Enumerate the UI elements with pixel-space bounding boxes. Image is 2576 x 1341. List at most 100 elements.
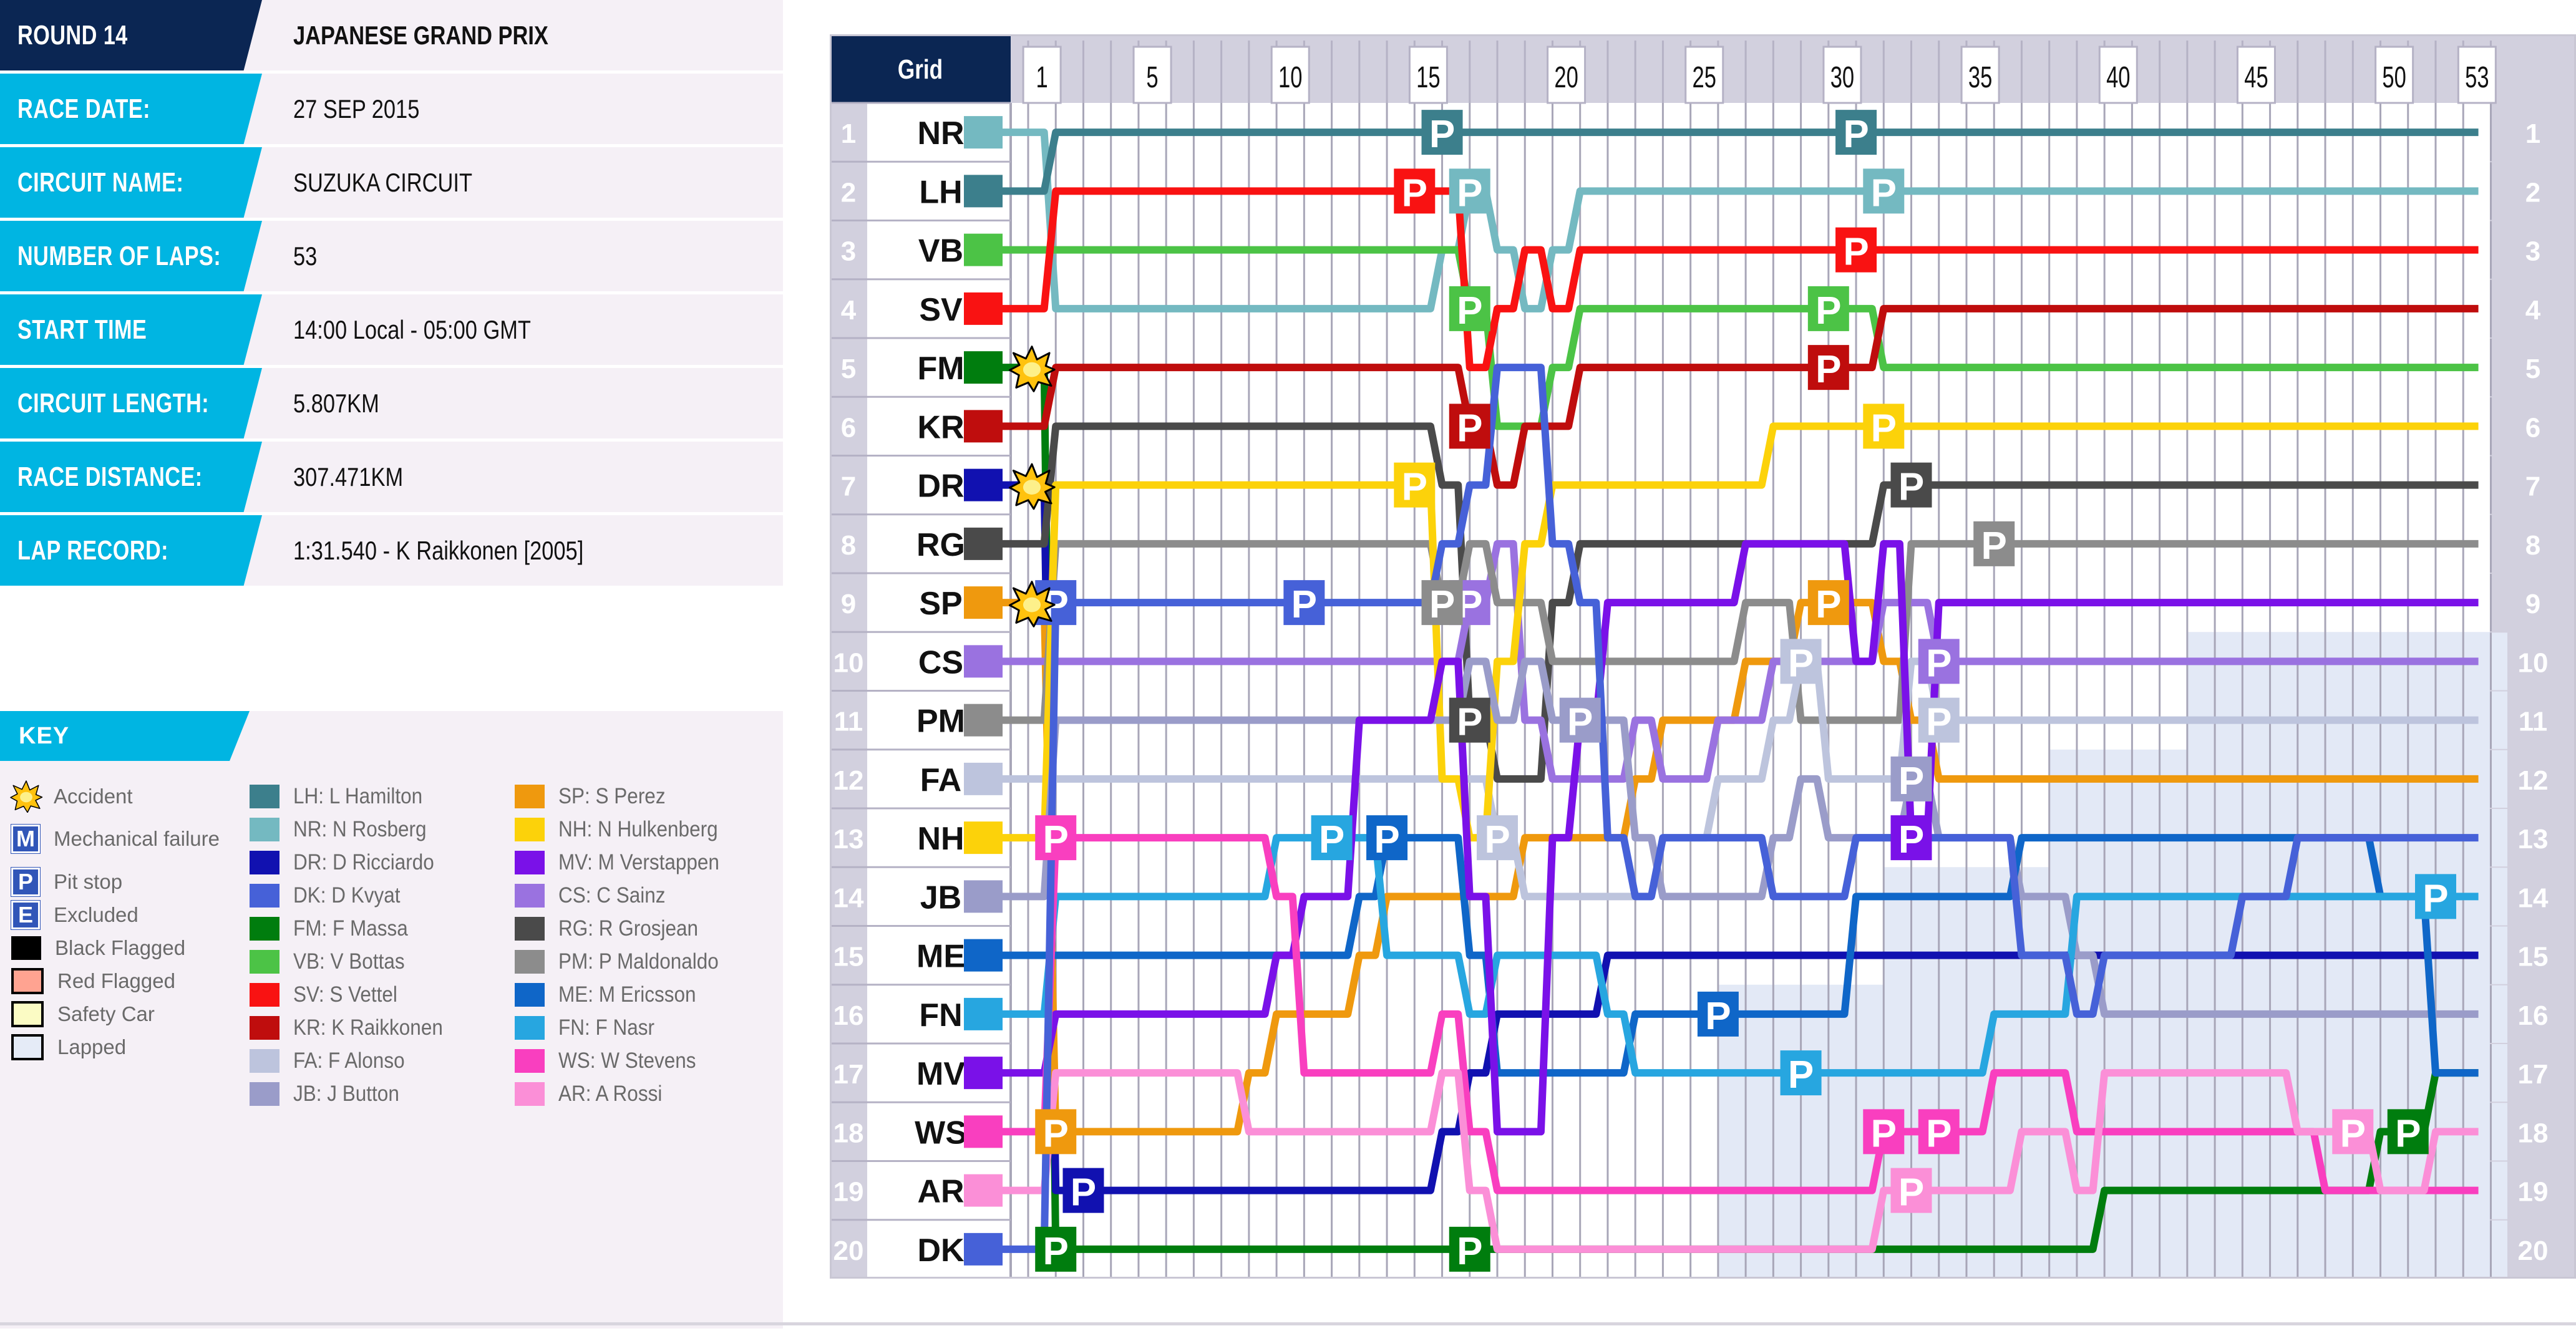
key-symbol-item: M Mechanical failure xyxy=(11,813,250,865)
info-row-value: 53 xyxy=(293,241,318,271)
key-driver-item: SV: S Vettel xyxy=(250,978,515,1011)
pit-stop-glyph: P xyxy=(1457,407,1482,450)
info-row-value-cell: 53 xyxy=(293,221,323,291)
key-driver-label: JB: J Button xyxy=(293,1081,399,1106)
driver-color-chip xyxy=(964,880,1003,913)
final-position-number: 19 xyxy=(2518,1177,2549,1208)
lap-tick-label: 30 xyxy=(1830,60,1854,94)
key-driver-label: CS: C Sainz xyxy=(558,883,666,908)
pit-stop-marker: P xyxy=(1035,1226,1077,1273)
driver-code-label: FN xyxy=(919,997,962,1034)
excluded-icon: E xyxy=(11,900,40,929)
info-row: ROUND 14 JAPANESE GRAND PRIX xyxy=(0,0,783,70)
key-driver-label: FN: F Nasr xyxy=(558,1015,654,1040)
pit-stop-marker: P xyxy=(1835,227,1877,274)
info-row-label-tag: RACE DATE: xyxy=(0,74,262,144)
driver-color-chip xyxy=(964,762,1003,795)
info-row-label: RACE DISTANCE: xyxy=(17,461,203,492)
pit-stop-glyph: P xyxy=(1815,348,1841,391)
final-position-number: 3 xyxy=(2525,236,2540,267)
key-driver-item: JB: J Button xyxy=(250,1077,515,1110)
key-driver-item: VB: V Bottas xyxy=(250,945,515,978)
final-position-number: 1 xyxy=(2525,119,2540,149)
pit-stop-marker: P xyxy=(1890,462,1932,509)
key-symbol-item: Lapped xyxy=(11,1030,250,1063)
key-driver-item: DK: D Kvyat xyxy=(250,879,515,912)
key-driver-item: PM: P Maldonaldo xyxy=(515,945,780,978)
pit-stop-glyph: P xyxy=(1705,995,1731,1038)
final-position-number: 14 xyxy=(2518,883,2549,913)
lap-header-band xyxy=(1011,34,2576,103)
driver-color-chip xyxy=(964,292,1003,325)
pit-stop-marker: P xyxy=(1394,462,1436,509)
info-row-value: 14:00 Local - 05:00 GMT xyxy=(293,314,531,344)
key-driver-item: AR: A Rossi xyxy=(515,1077,780,1110)
key-symbol-item: Safety Car xyxy=(11,997,250,1030)
pit-stop-glyph: P xyxy=(1043,818,1069,861)
final-position-number: 4 xyxy=(2525,295,2541,326)
key-symbol-label: Red Flagged xyxy=(57,969,175,992)
grid-position-number: 5 xyxy=(841,354,856,384)
driver-code-label: FM xyxy=(917,351,964,387)
pit-stop-glyph: P xyxy=(1291,583,1317,626)
key-driver-label: MV: M Verstappen xyxy=(558,850,719,874)
pit-stop-marker: P xyxy=(2332,1109,2374,1155)
pit-stop-marker: P xyxy=(1283,580,1325,626)
pit-stop-glyph: P xyxy=(1871,1112,1897,1155)
key-driver-item: NH: N Hulkenberg xyxy=(515,813,780,846)
pit-stop-glyph: P xyxy=(1071,1171,1096,1214)
driver-color-chip xyxy=(964,527,1003,560)
key-symbol-label: Mechanical failure xyxy=(54,827,220,851)
final-position-number: 20 xyxy=(2518,1236,2549,1266)
pit-stop-marker: P xyxy=(1890,1168,1932,1214)
key-driver-column-left: LH: L Hamilton NR: N Rosberg DR: D Ricciar… xyxy=(250,780,515,1110)
driver-color-chip xyxy=(964,939,1003,972)
key-symbol-item: Black Flagged xyxy=(11,931,250,964)
key-driver-label: ME: M Ericsson xyxy=(558,982,696,1007)
pit-stop-marker: P xyxy=(1918,639,1960,685)
pit-stop-marker: P xyxy=(1062,1168,1104,1214)
info-row-value: SUZUKA CIRCUIT xyxy=(293,167,473,197)
info-row-value: JAPANESE GRAND PRIX xyxy=(293,20,548,50)
pit-stop-glyph: P xyxy=(1815,289,1841,332)
driver-code-label: DR xyxy=(917,468,964,505)
info-row-value-cell: SUZUKA CIRCUIT xyxy=(293,147,512,218)
key-symbol-item: E Excluded xyxy=(11,898,250,931)
lap-chart-svg: Grid 1 5 10 15 20 25 30 35 40 45 50 531 NR2 LH3 VB4 SV5 F… xyxy=(830,34,2576,1279)
key-driver-item: WS: W Stevens xyxy=(515,1044,780,1077)
info-row-value-cell: 307.471KM xyxy=(293,442,427,512)
pit-stop-marker: P xyxy=(1449,168,1490,215)
info-row-label: CIRCUIT NAME: xyxy=(17,167,184,198)
grid-position-number: 9 xyxy=(841,589,856,619)
driver-color-swatch xyxy=(515,883,545,908)
final-position-number: 15 xyxy=(2518,942,2549,972)
driver-color-chip xyxy=(964,1232,1003,1266)
pit-stop-marker: P xyxy=(1890,756,1932,803)
key-driver-label: DR: D Ricciardo xyxy=(293,850,434,874)
driver-color-swatch xyxy=(250,817,279,841)
pit-stop-glyph: P xyxy=(1429,113,1455,156)
driver-code-label: RG xyxy=(916,527,965,563)
key-symbol-label: Accident xyxy=(54,784,133,808)
driver-code-label: AR xyxy=(917,1174,964,1210)
pit-stop-glyph: P xyxy=(1043,1112,1069,1155)
pit-stop-glyph: P xyxy=(1926,642,1951,685)
pit-stop-marker: P xyxy=(1449,1226,1490,1273)
pit-stop-marker: P xyxy=(1421,110,1463,156)
key-driver-label: DK: D Kvyat xyxy=(293,883,401,908)
bottom-divider xyxy=(0,1322,2576,1325)
info-row: NUMBER OF LAPS: 53 xyxy=(0,221,783,291)
pit-stop-glyph: P xyxy=(1926,1112,1951,1155)
key-driver-item: NR: N Rosberg xyxy=(250,813,515,846)
driver-color-swatch xyxy=(515,1048,545,1073)
pit-stop-glyph: P xyxy=(1567,701,1593,744)
driver-color-chip xyxy=(964,116,1003,149)
info-row-label-tag: CIRCUIT LENGTH: xyxy=(0,368,262,438)
lap-tick-label: 45 xyxy=(2244,60,2268,94)
driver-code-label: NH xyxy=(917,821,964,857)
key-driver-label: LH: L Hamilton xyxy=(293,783,423,808)
pit-stop-marker: P xyxy=(2414,874,2456,920)
key-driver-item: LH: L Hamilton xyxy=(250,780,515,813)
final-position-number: 9 xyxy=(2525,589,2540,619)
grid-position-number: 8 xyxy=(841,530,856,561)
